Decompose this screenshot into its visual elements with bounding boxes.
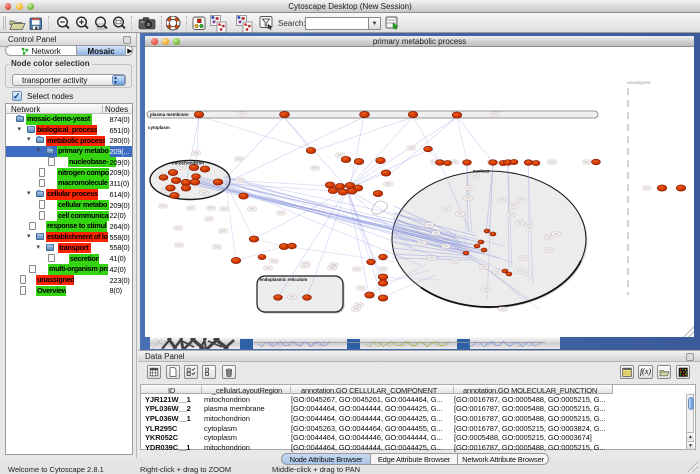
- svg-text:unassigned: unassigned: [627, 80, 651, 85]
- svg-text:plasma membrane: plasma membrane: [150, 112, 189, 117]
- svg-text:cytoplasm: cytoplasm: [148, 125, 170, 130]
- svg-text:nucleus: nucleus: [473, 169, 490, 174]
- svg-text:endoplasmic reticulum: endoplasmic reticulum: [260, 277, 308, 282]
- svg-text:mitochondrion: mitochondrion: [172, 161, 204, 166]
